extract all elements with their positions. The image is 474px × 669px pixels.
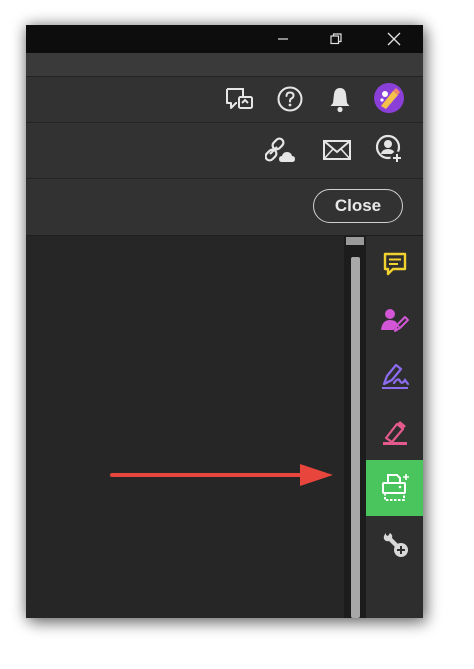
email-icon [323, 140, 351, 160]
request-signatures-icon [380, 309, 409, 332]
share-toolbar [26, 123, 423, 179]
highlight-tool-button[interactable] [366, 404, 423, 460]
title-bar [26, 25, 423, 53]
request-signatures-button[interactable] [366, 292, 423, 348]
avatar-icon [374, 83, 404, 113]
bell-icon [330, 88, 350, 113]
highlighter-icon [382, 421, 407, 445]
add-user-button[interactable] [374, 134, 406, 166]
add-user-icon [375, 134, 404, 165]
close-tool-button[interactable]: Close [313, 189, 403, 223]
app-window: Close [26, 25, 423, 618]
more-tools-button[interactable] [366, 516, 423, 572]
close-icon [387, 32, 401, 46]
scrollbar-thumb[interactable] [351, 257, 360, 618]
share-link-button[interactable] [265, 134, 297, 166]
scrollbar-up-cap[interactable] [346, 237, 364, 245]
comment-tool-button[interactable] [366, 236, 423, 292]
mode-toolbar: Close [26, 179, 423, 236]
menu-strip [26, 53, 423, 77]
share-review-button[interactable] [224, 83, 256, 115]
help-icon [277, 86, 303, 112]
restore-button[interactable] [313, 25, 359, 53]
scan-print-icon [381, 474, 409, 501]
document-canvas[interactable] [26, 236, 344, 618]
scan-ocr-tool-button[interactable] [366, 460, 423, 516]
wrench-plus-icon [383, 533, 408, 557]
share-review-icon [226, 88, 253, 109]
window-close-button[interactable] [371, 25, 417, 53]
help-button[interactable] [274, 83, 306, 115]
minimize-icon [278, 38, 288, 40]
share-link-icon [265, 137, 295, 162]
fill-sign-button[interactable] [366, 348, 423, 404]
restore-icon [330, 33, 342, 45]
avatar[interactable] [373, 82, 405, 114]
fill-sign-icon [381, 363, 409, 389]
top-toolbar [26, 77, 423, 123]
email-button[interactable] [321, 134, 353, 166]
right-tool-rail [366, 236, 423, 618]
notifications-button[interactable] [324, 83, 356, 115]
comment-icon [383, 252, 406, 276]
minimize-button[interactable] [260, 25, 306, 53]
